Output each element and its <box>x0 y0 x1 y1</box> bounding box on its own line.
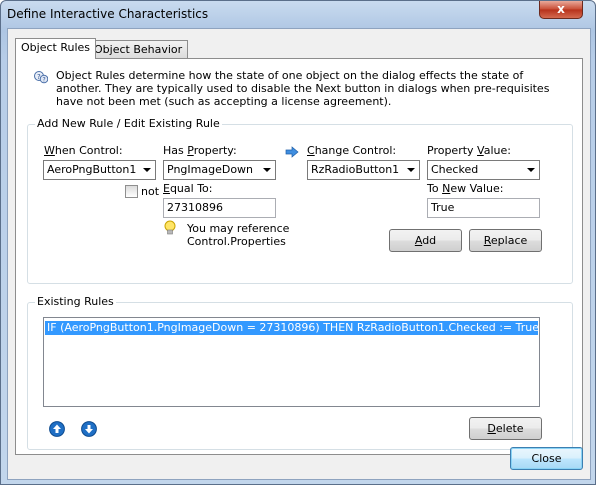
tab-object-rules[interactable]: Object Rules <box>15 38 96 59</box>
new-value-input[interactable]: True <box>427 198 540 218</box>
tab-label: Object Rules <box>21 41 90 54</box>
equal-to-label: Equal To: <box>163 182 213 195</box>
hint-line-2: Control.Properties <box>187 235 286 248</box>
arrow-down-circle-icon[interactable] <box>81 421 97 437</box>
dialog-window: Define Interactive Characteristics x Obj… <box>0 0 596 485</box>
when-control-select[interactable]: AeroPngButton1 <box>43 160 156 180</box>
rule-editor-group: Add New Rule / Edit Existing Rule When C… <box>27 117 573 284</box>
rule-editor-title: Add New Rule / Edit Existing Rule <box>35 117 222 130</box>
close-icon: x <box>557 2 565 16</box>
right-arrow-icon <box>285 146 299 158</box>
rule-list-item[interactable]: IF (AeroPngButton1.PngImageDown = 273108… <box>45 321 543 335</box>
chevron-down-icon <box>523 161 539 179</box>
object-rules-description: Object Rules determine how the state of … <box>56 69 550 108</box>
window-close-button[interactable]: x <box>539 1 583 19</box>
property-value-value: Checked <box>431 163 479 176</box>
change-control-value: RzRadioButton1 <box>311 163 400 176</box>
replace-button[interactable]: Replace <box>469 229 542 252</box>
new-value-label: To New Value: <box>427 182 504 195</box>
hint-line-1: You may reference <box>187 222 290 235</box>
not-checkbox[interactable] <box>125 185 138 198</box>
change-control-label: Change Control: <box>307 144 397 157</box>
object-rules-panel: ? ? Object Rules determine how the state… <box>15 58 583 455</box>
title-bar[interactable]: Define Interactive Characteristics x <box>1 1 595 27</box>
chevron-down-icon <box>259 161 275 179</box>
equal-to-input[interactable]: 27310896 <box>163 198 276 218</box>
existing-rules-title: Existing Rules <box>35 295 116 308</box>
chevron-down-icon <box>139 161 155 179</box>
has-property-select[interactable]: PngImageDown <box>163 160 276 180</box>
not-label: not <box>141 185 160 198</box>
lightbulb-icon <box>164 220 176 235</box>
existing-rules-list[interactable]: IF (AeroPngButton1.PngImageDown = 273108… <box>43 317 543 407</box>
close-button[interactable]: Close <box>510 447 583 470</box>
delete-button[interactable]: Delete <box>469 417 542 440</box>
tab-object-behavior[interactable]: Object Behavior <box>88 40 189 58</box>
when-control-value: AeroPngButton1 <box>47 163 137 176</box>
property-value-select[interactable]: Checked <box>427 160 540 180</box>
has-property-label: Has Property: <box>163 144 237 157</box>
svg-text:?: ? <box>43 77 46 84</box>
window-title: Define Interactive Characteristics <box>7 7 209 21</box>
change-control-select[interactable]: RzRadioButton1 <box>307 160 420 180</box>
question-info-icon: ? ? <box>34 71 48 84</box>
existing-rules-group: Existing Rules IF (AeroPngButton1.PngIma… <box>27 295 573 450</box>
arrow-up-circle-icon[interactable] <box>49 421 65 437</box>
add-button[interactable]: Add <box>389 229 462 252</box>
tab-label: Object Behavior <box>94 43 183 56</box>
property-value-label: Property Value: <box>427 144 511 157</box>
when-control-label: When Control: <box>44 144 123 157</box>
dialog-client-area: Object Rules Object Behavior ? ? Object … <box>7 28 591 480</box>
chevron-down-icon <box>403 161 419 179</box>
has-property-value: PngImageDown <box>167 163 254 176</box>
